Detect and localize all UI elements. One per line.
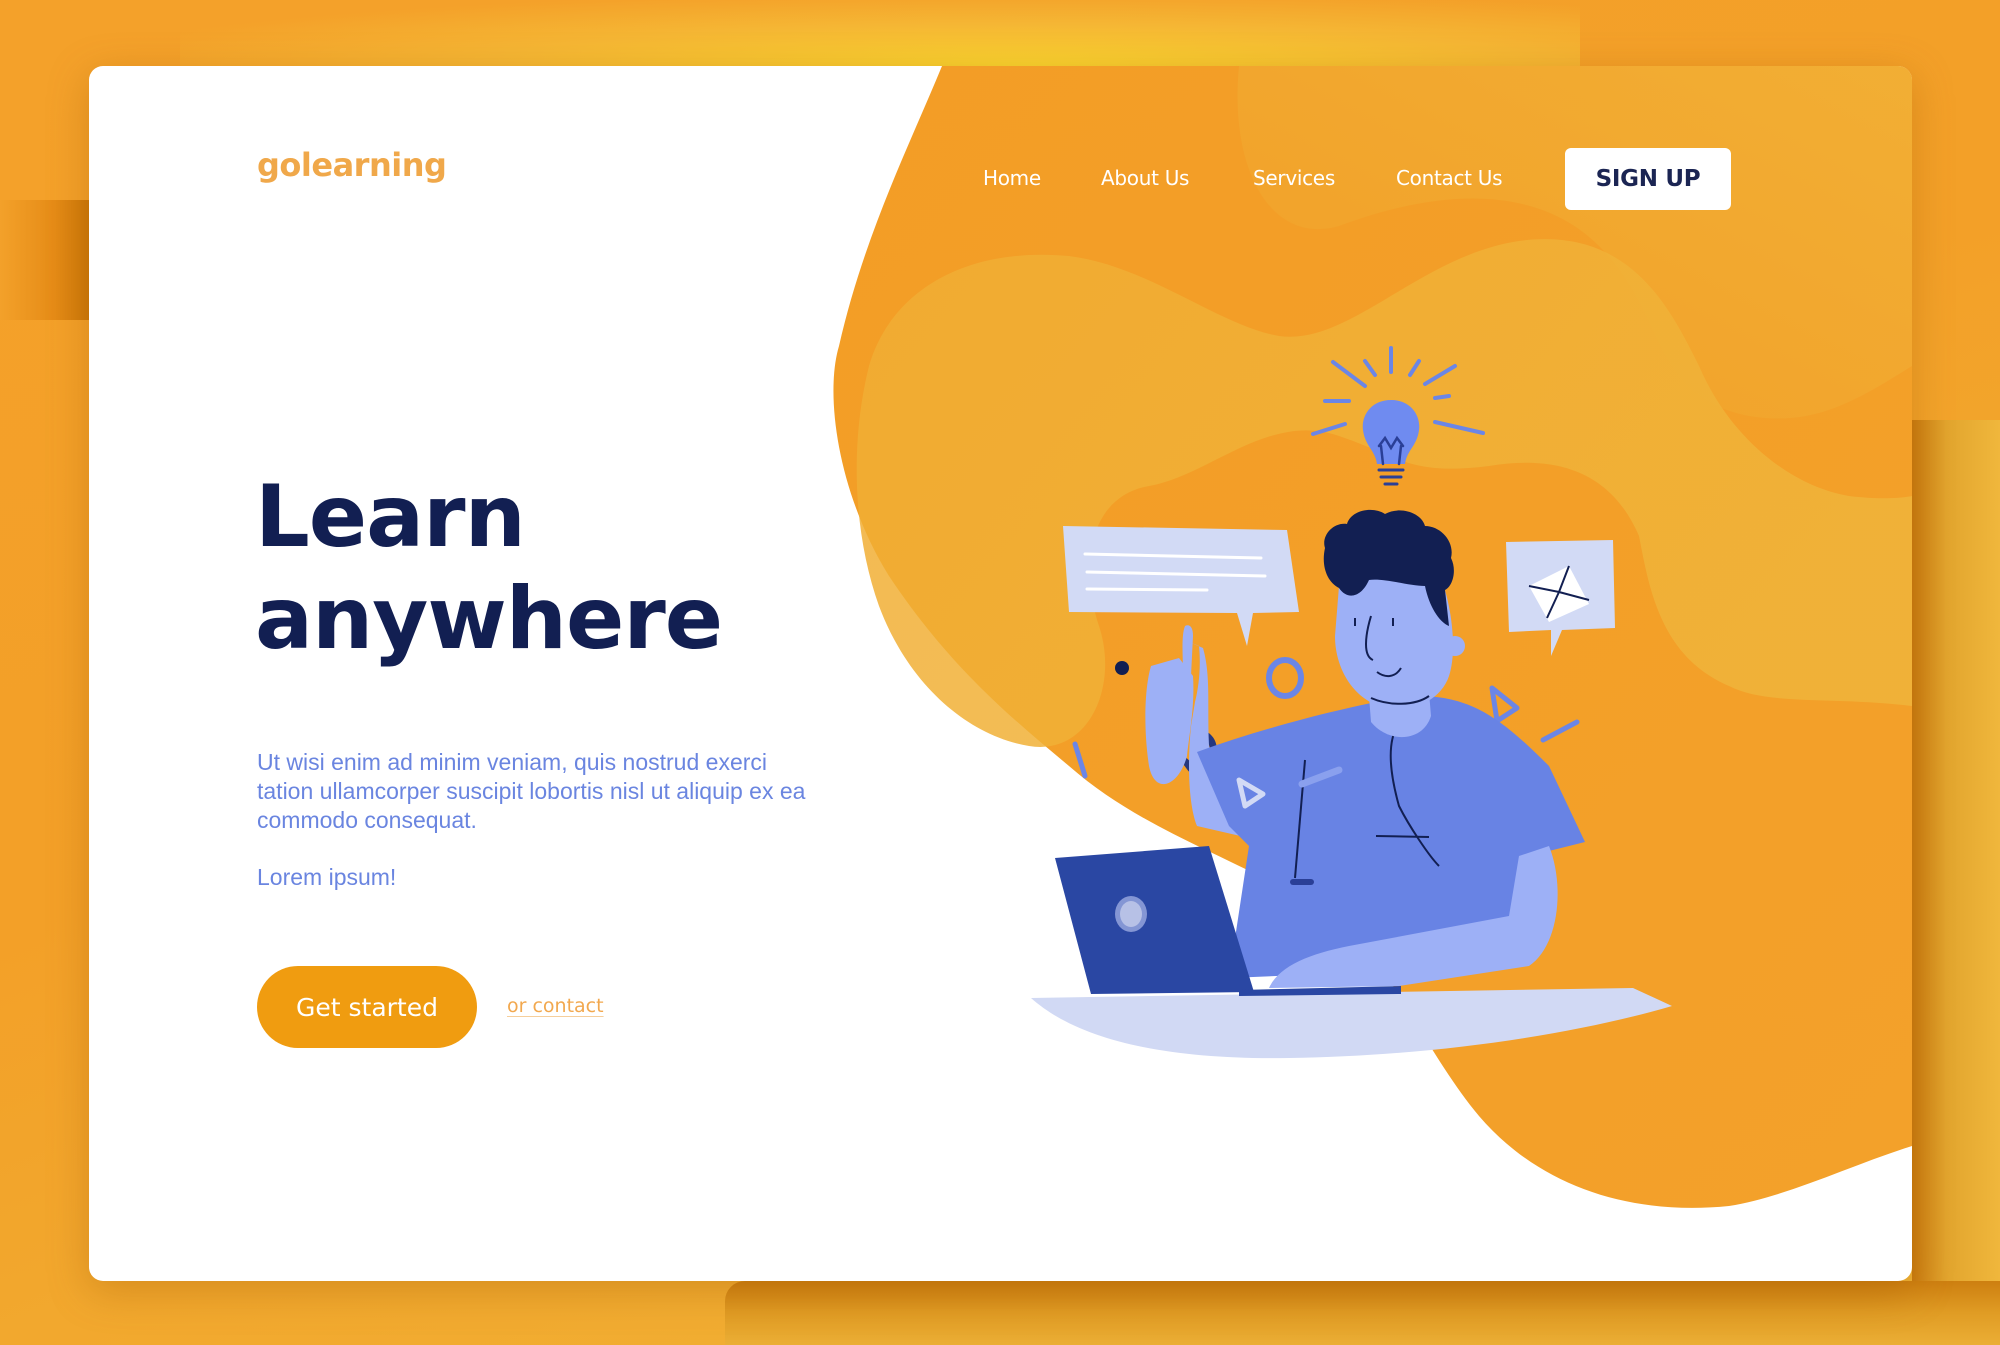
contact-link[interactable]: or contact <box>507 995 604 1017</box>
dot-decoration <box>1115 661 1129 675</box>
background-shape-right <box>1912 420 2000 1345</box>
nav-services[interactable]: Services <box>1253 166 1335 190</box>
hero-tagline: Lorem ipsum! <box>257 864 397 890</box>
hero-title-line-1: Learn <box>255 467 526 567</box>
hero-illustration <box>833 66 1912 1208</box>
sign-up-button[interactable]: SIGN UP <box>1565 148 1731 210</box>
background-shape-bottom <box>725 1281 2000 1345</box>
brand-logo[interactable]: golearning <box>257 146 447 184</box>
landing-card: golearning Home About Us Services Contac… <box>89 66 1912 1281</box>
background-glow <box>180 0 1580 66</box>
hero-title-line-2: anywhere <box>255 569 723 669</box>
nav-about-us[interactable]: About Us <box>1101 166 1189 190</box>
nav-home[interactable]: Home <box>983 166 1041 190</box>
nav-contact-us[interactable]: Contact Us <box>1396 166 1503 190</box>
hero-title: Learn anywhere <box>255 466 723 670</box>
hero-description: Ut wisi enim ad minim veniam, quis nostr… <box>257 749 806 833</box>
get-started-button[interactable]: Get started <box>257 966 477 1048</box>
background-shape-left <box>0 200 89 320</box>
